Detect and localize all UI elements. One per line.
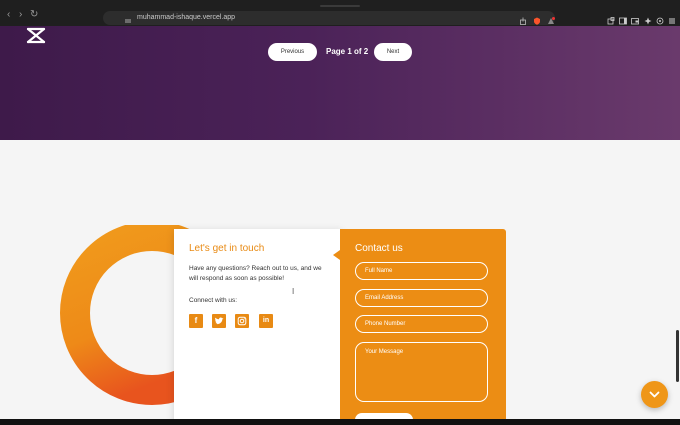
- text-cursor-icon: I: [292, 287, 295, 296]
- page-root: ‹ › ↻ muhammad-ishaque.vercel.app Previo…: [0, 0, 680, 425]
- leo-ai-icon[interactable]: [644, 12, 652, 25]
- contact-info-title: Let's get in touch: [189, 243, 265, 254]
- card-notch: [333, 250, 340, 260]
- menu-icon[interactable]: [668, 12, 676, 24]
- phone-input[interactable]: Phone Number: [355, 315, 488, 333]
- back-icon[interactable]: ‹: [7, 10, 10, 20]
- scroll-to-top-button[interactable]: [641, 381, 668, 408]
- logo-icon[interactable]: [26, 27, 46, 44]
- site-info-icon[interactable]: [124, 12, 132, 23]
- previous-button[interactable]: Previous: [268, 43, 317, 61]
- wallet-icon[interactable]: [631, 12, 639, 25]
- window-handle: [320, 5, 360, 7]
- contact-info-description: Have any questions? Reach out to us, and…: [189, 265, 322, 282]
- vpn-icon[interactable]: [656, 12, 664, 25]
- bottom-edge: [0, 419, 680, 425]
- instagram-icon[interactable]: [235, 314, 249, 328]
- rewards-icon[interactable]: [547, 12, 555, 24]
- brave-shield-icon[interactable]: [533, 12, 541, 25]
- url-text[interactable]: muhammad-ishaque.vercel.app: [137, 13, 235, 23]
- reload-icon[interactable]: ↻: [30, 10, 38, 20]
- page-indicator: Page 1 of 2: [326, 47, 369, 56]
- connect-label: Connect with us:: [189, 297, 238, 304]
- page-scrollbar[interactable]: [676, 330, 679, 382]
- full-name-input[interactable]: Full Name: [355, 262, 488, 280]
- contact-form-title: Contact us: [355, 243, 403, 254]
- message-textarea[interactable]: Your Message: [355, 342, 488, 402]
- browser-toolbar: ‹ › ↻ muhammad-ishaque.vercel.app: [0, 0, 680, 26]
- facebook-icon[interactable]: f: [189, 314, 203, 328]
- twitter-icon[interactable]: [212, 314, 226, 328]
- next-button[interactable]: Next: [374, 43, 412, 61]
- forward-icon[interactable]: ›: [19, 10, 22, 20]
- linkedin-icon[interactable]: in: [259, 314, 273, 328]
- share-icon[interactable]: [519, 12, 527, 25]
- sidebar-icon[interactable]: [619, 12, 627, 25]
- extensions-icon[interactable]: [607, 12, 615, 25]
- email-input[interactable]: Email Address: [355, 289, 488, 307]
- hero-section: [0, 26, 680, 140]
- chevron-down-icon: [649, 391, 660, 398]
